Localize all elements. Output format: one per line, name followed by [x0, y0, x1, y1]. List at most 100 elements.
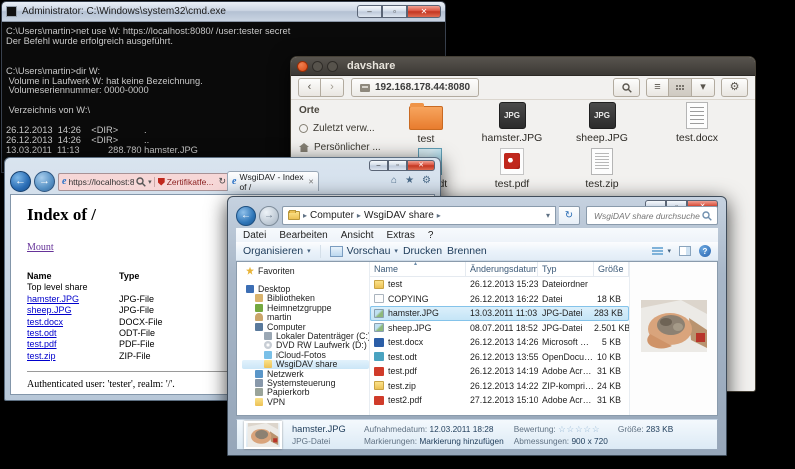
menu-item[interactable]: ? [428, 230, 434, 241]
view-options-button[interactable]: ▾ [692, 78, 715, 97]
grid-file-item[interactable]: test.pdf [469, 148, 555, 190]
menu-item[interactable]: Ansicht [341, 230, 374, 241]
search-icon[interactable] [136, 177, 146, 187]
preview-button[interactable]: Vorschau▾ [330, 245, 398, 257]
menu-item[interactable]: Bearbeiten [279, 230, 327, 241]
file-row[interactable]: test.zip 26.12.2013 14:22 ZIP-komprimier… [370, 379, 629, 394]
address-bar[interactable]: e https://localhost:8080/ ▾ Zertifikatfe… [58, 173, 230, 191]
file-row[interactable]: sheep.JPG 08.07.2011 18:52 JPG-Datei 2.5… [370, 321, 629, 336]
minimize-button[interactable] [312, 61, 323, 72]
sidebar-item[interactable]: Favoriten [242, 266, 369, 275]
grid-file-item[interactable]: test.zip [559, 148, 645, 190]
address-dropdown-icon[interactable]: ▾ [546, 211, 550, 220]
file-row[interactable]: test.docx 26.12.2013 14:26 Microsoft Wor… [370, 335, 629, 350]
refresh-icon[interactable]: ↻ [218, 176, 226, 187]
column-header-date[interactable]: Änderungsdatum [466, 262, 538, 276]
file-row[interactable]: test2.pdf 27.12.2013 15:10 Adobe Acrobat… [370, 393, 629, 408]
close-button[interactable] [297, 61, 308, 72]
breadcrumb-computer[interactable]: Computer [310, 210, 354, 221]
sidebar-item[interactable]: Lokaler Datenträger (C:) [242, 331, 369, 340]
search-icon[interactable] [702, 211, 712, 221]
forward-button[interactable]: › [321, 78, 344, 97]
burn-button[interactable]: Brennen [447, 245, 487, 257]
location-button[interactable]: 192.168.178.44:8080 [351, 78, 479, 97]
sidebar-item[interactable]: Papierkorb [242, 388, 369, 397]
address-dropdown-icon[interactable]: ▾ [148, 178, 152, 186]
user-icon [255, 313, 263, 321]
sidebar-item[interactable]: Desktop [242, 284, 369, 293]
file-link[interactable]: test.zip [27, 351, 119, 362]
maximize-button[interactable]: ▫ [388, 160, 407, 171]
file-row[interactable]: test 26.12.2013 15:23 Dateiordner [370, 277, 629, 292]
file-link[interactable]: test.pdf [27, 339, 119, 350]
sidebar-item[interactable]: Bibliotheken [242, 294, 369, 303]
certificate-error-button[interactable]: Zertifikatfe... [154, 177, 217, 187]
organize-button[interactable]: Organisieren▾ [243, 245, 311, 257]
menu-item[interactable]: Extras [387, 230, 415, 241]
favorites-icon[interactable]: ★ [405, 175, 414, 186]
preview-pane-toggle[interactable] [679, 246, 691, 256]
grid-file-item[interactable]: test.docx [654, 102, 740, 144]
maximize-button[interactable]: ▫ [382, 5, 407, 18]
file-link[interactable]: sheep.JPG [27, 305, 119, 316]
sidebar-item[interactable]: Computer [242, 322, 369, 331]
sidebar-item[interactable]: WsgiDAV share [242, 360, 369, 369]
change-view-button[interactable]: ▾ [652, 247, 671, 255]
breadcrumb-wsgidav-share[interactable]: WsgiDAV share [364, 210, 434, 221]
list-view-button[interactable]: ≡ [646, 78, 669, 97]
grid-view-button[interactable] [669, 78, 692, 97]
search-box[interactable] [586, 206, 718, 225]
sidebar-item[interactable]: Systemsteuerung [242, 378, 369, 387]
refresh-button[interactable]: ↻ [559, 206, 580, 225]
cmd-titlebar[interactable]: Administrator: C:\Windows\system32\cmd.e… [2, 2, 445, 22]
grid-file-item[interactable]: JPG hamster.JPG [469, 102, 555, 144]
breadcrumb[interactable]: ▸ Computer ▸ WsgiDAV share ▸ ▾ [282, 206, 556, 225]
column-header-type[interactable]: Typ [538, 262, 594, 276]
places-item[interactable]: Persönlicher ... [299, 142, 391, 153]
settings-button[interactable]: ⚙ [721, 78, 748, 97]
column-header-size[interactable]: Größe [594, 262, 629, 276]
column-header-name[interactable]: Name [370, 262, 466, 276]
back-button[interactable]: ← [236, 206, 256, 226]
back-button[interactable]: ‹ [298, 78, 321, 97]
search-button[interactable] [613, 78, 640, 97]
sidebar-item[interactable]: Netzwerk [242, 369, 369, 378]
nautilus-titlebar[interactable]: davshare [291, 57, 755, 76]
sidebar-item[interactable]: iCloud-Fotos [242, 350, 369, 359]
forward-button[interactable]: → [259, 206, 279, 226]
sidebar-item[interactable]: Heimnetzgruppe [242, 303, 369, 312]
file-type: JPG-Datei [538, 323, 594, 333]
close-button[interactable]: ✕ [407, 5, 441, 18]
browser-tab[interactable]: e WsgiDAV - Index of / ✕ [227, 171, 319, 191]
sidebar-item[interactable]: martin [242, 313, 369, 322]
print-button[interactable]: Drucken [403, 245, 442, 257]
close-button[interactable]: ✕ [407, 160, 435, 171]
minimize-button[interactable]: – [357, 5, 382, 18]
grid-file-item[interactable]: JPG sheep.JPG [559, 102, 645, 144]
file-link[interactable]: test.docx [27, 317, 119, 328]
home-icon[interactable]: ⌂ [391, 175, 397, 186]
sidebar-item[interactable]: VPN [242, 397, 369, 406]
file-row[interactable]: hamster.JPG 13.03.2011 11:03 JPG-Datei 2… [370, 306, 629, 321]
tags-add-link[interactable]: Markierung hinzufügen [419, 436, 503, 446]
menu-item[interactable]: Datei [243, 230, 266, 241]
help-icon[interactable]: ? [699, 245, 711, 257]
places-item[interactable]: Zuletzt verw... [299, 123, 391, 134]
file-row[interactable]: test.pdf 26.12.2013 14:19 Adobe Acrobat … [370, 364, 629, 379]
settings-gear-icon[interactable]: ⚙ [422, 175, 431, 186]
grid-file-item[interactable]: test [383, 102, 469, 145]
search-input[interactable] [592, 210, 702, 222]
maximize-button[interactable] [327, 61, 338, 72]
rating-stars-icon[interactable]: ☆☆☆☆☆ [558, 424, 600, 434]
back-button[interactable]: ← [10, 171, 31, 192]
tab-close-icon[interactable]: ✕ [308, 178, 314, 186]
forward-button[interactable]: → [34, 171, 55, 192]
url-text[interactable]: https://localhost:8080/ [68, 177, 134, 187]
sidebar-item[interactable]: DVD RW Laufwerk (D:) [242, 341, 369, 350]
mount-link[interactable]: Mount [27, 242, 54, 253]
minimize-button[interactable]: – [369, 160, 388, 171]
file-row[interactable]: test.odt 26.12.2013 13:55 OpenDocument T… [370, 350, 629, 365]
file-link[interactable]: hamster.JPG [27, 294, 119, 305]
file-link[interactable]: test.odt [27, 328, 119, 339]
file-row[interactable]: COPYING 26.12.2013 16:22 Datei 18 KB [370, 292, 629, 307]
